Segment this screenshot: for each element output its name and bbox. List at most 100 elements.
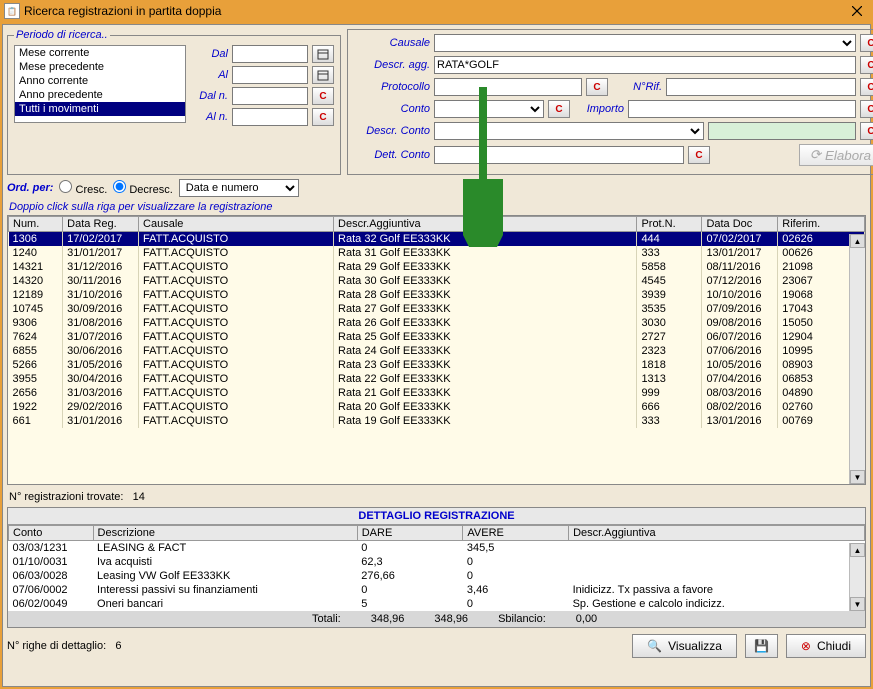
table-row[interactable]: 124031/01/2017FATT.ACQUISTORata 31 Golf …	[9, 246, 865, 260]
protocollo-clear-button[interactable]: C	[586, 78, 608, 96]
column-header[interactable]: AVERE	[463, 526, 569, 541]
sbilancio-label: Sbilancio:	[498, 613, 546, 625]
cresc-radio-label[interactable]: Cresc.	[59, 180, 107, 196]
detail-grid[interactable]: ContoDescrizioneDAREAVEREDescr.Aggiuntiv…	[8, 525, 865, 611]
column-header[interactable]: Descrizione	[93, 526, 357, 541]
decresc-radio[interactable]	[113, 180, 126, 193]
refresh-icon: ⟳	[810, 147, 821, 163]
dettconto-label: Dett. Conto	[354, 149, 430, 161]
close-button[interactable]	[845, 1, 869, 21]
decresc-radio-label[interactable]: Decresc.	[113, 180, 172, 196]
column-header[interactable]: Prot.N.	[637, 217, 702, 232]
conto-select[interactable]	[434, 100, 544, 118]
descragg-input[interactable]	[434, 56, 856, 74]
periodo-item[interactable]: Mese precedente	[15, 60, 185, 74]
daln-clear-button[interactable]: C	[312, 87, 334, 105]
al-calendar-button[interactable]	[312, 66, 334, 84]
column-header[interactable]: Data Reg.	[63, 217, 139, 232]
column-header[interactable]: Data Doc	[702, 217, 778, 232]
periodo-item[interactable]: Anno corrente	[15, 74, 185, 88]
causale-clear-button[interactable]: C	[860, 34, 873, 52]
descrconto-select[interactable]	[434, 122, 704, 140]
descrconto-value[interactable]	[708, 122, 856, 140]
dettconto-clear-button[interactable]: C	[688, 146, 710, 164]
registrazioni-grid[interactable]: Num.Data Reg.CausaleDescr.AggiuntivaProt…	[7, 215, 866, 485]
detail-title: DETTAGLIO REGISTRAZIONE	[8, 508, 865, 525]
column-header[interactable]: Descr.Aggiuntiva	[334, 217, 637, 232]
ordper-field-select[interactable]: Data e numero	[179, 179, 299, 197]
table-row[interactable]: 1074530/09/2016FATT.ACQUISTORata 27 Golf…	[9, 302, 865, 316]
visualizza-button[interactable]: 🔍 Visualizza	[632, 634, 737, 658]
cresc-radio[interactable]	[59, 180, 72, 193]
grid-scrollbar[interactable]: ▲ ▼	[849, 234, 865, 484]
table-row[interactable]: 762431/07/2016FATT.ACQUISTORata 25 Golf …	[9, 330, 865, 344]
table-row[interactable]: 395530/04/2016FATT.ACQUISTORata 22 Golf …	[9, 372, 865, 386]
totals-dare: 348,96	[371, 613, 405, 625]
importo-input[interactable]	[628, 100, 856, 118]
aln-label: Al n.	[194, 111, 228, 123]
scroll-up-button[interactable]: ▲	[850, 543, 865, 557]
nrif-clear-button[interactable]: C	[860, 78, 873, 96]
scroll-down-button[interactable]: ▼	[850, 597, 865, 611]
count-value: 14	[133, 491, 145, 503]
window-title: Ricerca registrazioni in partita doppia	[24, 4, 845, 18]
periodo-legend: Periodo di ricerca..	[14, 29, 110, 41]
table-row[interactable]: 685530/06/2016FATT.ACQUISTORata 24 Golf …	[9, 344, 865, 358]
al-input[interactable]	[232, 66, 308, 84]
table-row[interactable]: 1432030/11/2016FATT.ACQUISTORata 30 Golf…	[9, 274, 865, 288]
column-header[interactable]: DARE	[357, 526, 463, 541]
column-header[interactable]: Num.	[9, 217, 63, 232]
descrconto-label: Descr. Conto	[354, 125, 430, 137]
scroll-down-button[interactable]: ▼	[850, 470, 865, 484]
column-header[interactable]: Conto	[9, 526, 94, 541]
app-icon: 📋	[4, 3, 20, 19]
nrif-input[interactable]	[666, 78, 856, 96]
totals-row: Totali: 348,96 348,96 Sbilancio: 0,00	[8, 611, 865, 627]
table-row[interactable]: 03/03/1231LEASING & FACT0345,5	[9, 541, 865, 556]
importo-label: Importo	[574, 103, 624, 115]
scroll-up-button[interactable]: ▲	[850, 234, 865, 248]
daln-label: Dal n.	[194, 90, 228, 102]
table-row[interactable]: 192229/02/2016FATT.ACQUISTORata 20 Golf …	[9, 400, 865, 414]
column-header[interactable]: Riferim.	[778, 217, 865, 232]
totals-label: Totali:	[312, 613, 341, 625]
detail-box: DETTAGLIO REGISTRAZIONE ContoDescrizione…	[7, 507, 866, 628]
dal-calendar-button[interactable]	[312, 45, 334, 63]
detail-scrollbar[interactable]: ▲ ▼	[849, 543, 865, 611]
table-row[interactable]: 06/02/0049Oneri bancari50Sp. Gestione e …	[9, 597, 865, 611]
importo-clear-button[interactable]: C	[860, 100, 873, 118]
table-row[interactable]: 265631/03/2016FATT.ACQUISTORata 21 Golf …	[9, 386, 865, 400]
magnifier-icon: 🔍	[647, 639, 662, 653]
dal-input[interactable]	[232, 45, 308, 63]
dettconto-input[interactable]	[434, 146, 684, 164]
table-row[interactable]: 01/10/0031Iva acquisti62,30	[9, 555, 865, 569]
table-row[interactable]: 1218931/10/2016FATT.ACQUISTORata 28 Golf…	[9, 288, 865, 302]
column-header[interactable]: Causale	[139, 217, 334, 232]
table-row[interactable]: 526631/05/2016FATT.ACQUISTORata 23 Golf …	[9, 358, 865, 372]
column-header[interactable]: Descr.Aggiuntiva	[569, 526, 865, 541]
table-row[interactable]: 07/06/0002Interessi passivi su finanziam…	[9, 583, 865, 597]
aln-clear-button[interactable]: C	[312, 108, 334, 126]
periodo-item[interactable]: Anno precedente	[15, 88, 185, 102]
descragg-label: Descr. agg.	[354, 59, 430, 71]
daln-input[interactable]	[232, 87, 308, 105]
elabora-button[interactable]: ⟳ Elabora	[799, 144, 873, 166]
periodo-list[interactable]: Mese correnteMese precedenteAnno corrent…	[14, 45, 186, 123]
ordper-label: Ord. per:	[7, 182, 53, 194]
aln-input[interactable]	[232, 108, 308, 126]
table-row[interactable]: 130617/02/2017FATT.ACQUISTORata 32 Golf …	[9, 232, 865, 247]
table-row[interactable]: 930631/08/2016FATT.ACQUISTORata 26 Golf …	[9, 316, 865, 330]
descragg-clear-button[interactable]: C	[860, 56, 873, 74]
chiudi-button[interactable]: ⊗ Chiudi	[786, 634, 866, 658]
table-row[interactable]: 66131/01/2016FATT.ACQUISTORata 19 Golf E…	[9, 414, 865, 428]
periodo-item[interactable]: Tutti i movimenti	[15, 102, 185, 116]
save-icon-button[interactable]: 💾	[745, 634, 778, 658]
totals-avere: 348,96	[434, 613, 468, 625]
conto-clear-button[interactable]: C	[548, 100, 570, 118]
causale-select[interactable]	[434, 34, 856, 52]
table-row[interactable]: 06/03/0028Leasing VW Golf EE333KK276,660	[9, 569, 865, 583]
protocollo-input[interactable]	[434, 78, 582, 96]
table-row[interactable]: 1432131/12/2016FATT.ACQUISTORata 29 Golf…	[9, 260, 865, 274]
periodo-item[interactable]: Mese corrente	[15, 46, 185, 60]
descrconto-clear-button[interactable]: C	[860, 122, 873, 140]
